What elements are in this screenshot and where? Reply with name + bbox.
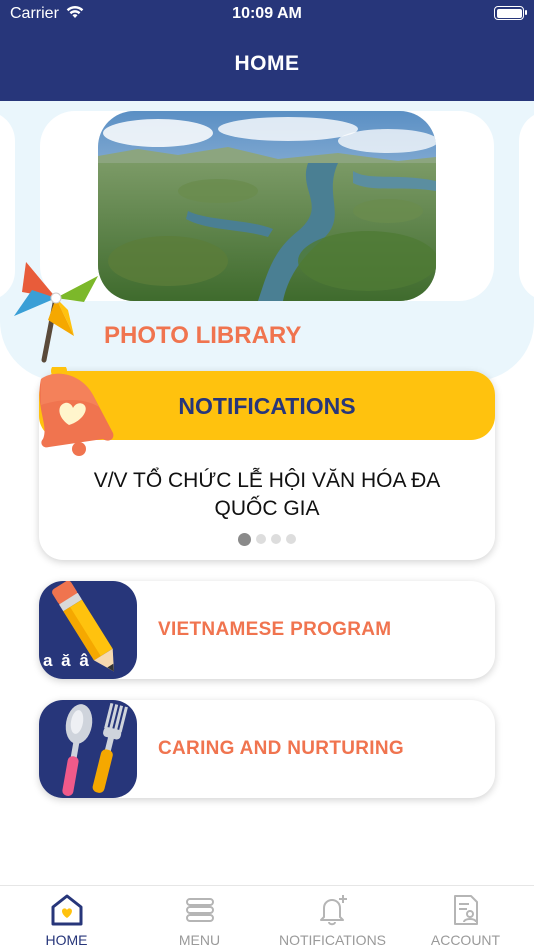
bell-heart-icon — [39, 367, 114, 456]
tab-menu[interactable]: MENU — [133, 886, 266, 950]
tab-account-label: ACCOUNT — [430, 932, 501, 948]
header-bar: Carrier 10:09 AM HOME — [0, 0, 534, 101]
status-bar: Carrier 10:09 AM — [0, 0, 534, 30]
photo-library-section: PHOTO LIBRARY — [0, 101, 534, 381]
photo-library-card[interactable] — [40, 111, 494, 301]
tab-home[interactable]: HOME — [0, 886, 133, 950]
photo-library-label[interactable]: PHOTO LIBRARY — [104, 322, 301, 350]
pinwheel-icon — [14, 262, 98, 363]
spoon-fork-icon — [62, 702, 128, 796]
pagination-dot[interactable] — [271, 534, 281, 544]
caring-nurturing-card[interactable]: CARING AND NURTURING — [39, 700, 495, 798]
page-title: HOME — [234, 52, 300, 75]
pagination-dot[interactable] — [256, 534, 266, 544]
pagination-dots — [39, 532, 495, 546]
tab-bar: HOME MENU NOTIFICATIONS ACCOUNT — [0, 885, 534, 950]
spoon-fork-icon-tile — [39, 700, 137, 798]
tab-notifications-label: NOTIFICATIONS — [278, 932, 387, 948]
tab-account[interactable]: ACCOUNT — [399, 886, 532, 950]
notifications-card[interactable]: NOTIFICATIONS V/V TỔ CHỨC LỄ HỘI VĂN HÓA… — [39, 367, 495, 560]
vietnamese-letters: a ă â — [43, 651, 91, 670]
pagination-dot[interactable] — [286, 534, 296, 544]
notification-message[interactable]: V/V TỔ CHỨC LỄ HỘI VĂN HÓA ĐA QUỐC GIA — [79, 467, 455, 523]
bell-plus-icon — [320, 895, 347, 926]
status-time: 10:09 AM — [232, 5, 302, 22]
account-document-icon — [454, 895, 478, 925]
tab-home-label: HOME — [45, 932, 88, 948]
gallery-next-card[interactable] — [519, 111, 534, 301]
pagination-dot[interactable] — [238, 532, 251, 546]
landscape-photo[interactable] — [98, 111, 436, 301]
tab-notifications[interactable]: NOTIFICATIONS — [266, 886, 399, 950]
vietnamese-program-label: VIETNAMESE PROGRAM — [158, 619, 392, 640]
caring-nurturing-label: CARING AND NURTURING — [158, 738, 404, 759]
menu-list-icon — [186, 898, 214, 922]
battery-icon — [494, 6, 527, 20]
vietnamese-program-card[interactable]: a ă â VIETNAMESE PROGRAM — [39, 580, 495, 679]
tab-menu-label: MENU — [178, 932, 221, 948]
lake-landscape-image — [98, 111, 436, 301]
home-heart-icon — [51, 894, 83, 926]
pencil-icon-tile: a ă â — [39, 580, 137, 679]
